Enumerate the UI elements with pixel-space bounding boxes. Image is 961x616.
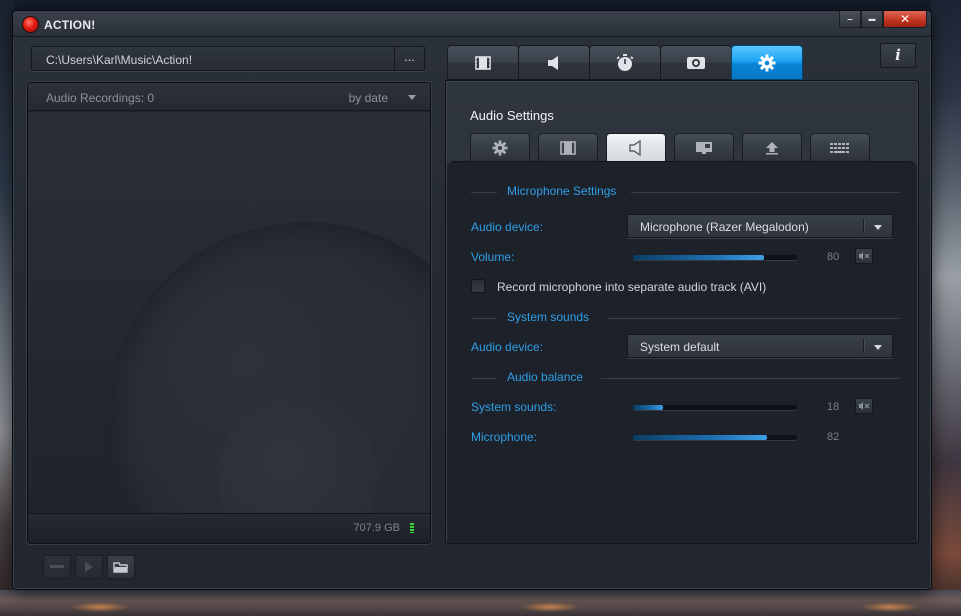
section-system-sounds: System sounds <box>471 310 899 324</box>
chevron-down-icon[interactable] <box>408 95 416 100</box>
separate-track-checkbox[interactable] <box>471 279 485 293</box>
app-window: ACTION! – ▬ ✕ C:\Users\Karl\Music\Action… <box>12 10 932 590</box>
gear-icon <box>758 54 776 71</box>
system-balance-fill <box>633 405 663 410</box>
dropdown-divider <box>863 339 864 353</box>
play-button[interactable] <box>75 555 103 579</box>
volume-value: 80 <box>827 251 840 263</box>
subtab-video[interactable] <box>538 133 598 161</box>
system-balance-slider[interactable] <box>633 405 797 410</box>
mic-balance-fill <box>633 435 768 440</box>
recordings-footer: 707.9 GB <box>28 513 430 543</box>
subtab-hotkeys[interactable] <box>810 133 870 161</box>
mic-balance-value: 82 <box>827 431 840 443</box>
keyboard-icon <box>830 142 849 153</box>
speaker-icon <box>629 139 641 156</box>
settings-sub-tabs <box>470 133 878 161</box>
recordings-list[interactable] <box>28 112 430 514</box>
wallpaper-light <box>70 602 130 612</box>
tab-screenshots[interactable] <box>660 45 732 80</box>
stopwatch-icon <box>616 53 634 71</box>
info-button[interactable]: i <box>880 43 916 68</box>
disk-free-space: 707.9 GB <box>353 522 400 534</box>
volume-mute-button[interactable] <box>855 248 873 264</box>
main-tabs <box>447 45 803 80</box>
mute-icon <box>859 252 870 260</box>
dropdown-divider <box>863 219 864 233</box>
section-microphone: Microphone Settings <box>471 184 899 198</box>
tab-benchmark[interactable] <box>589 45 661 80</box>
disk-meter-icon <box>410 523 414 533</box>
close-button[interactable]: ✕ <box>883 11 927 28</box>
section-label: Microphone Settings <box>507 184 617 198</box>
divider <box>631 192 899 193</box>
open-folder-button[interactable] <box>107 555 135 579</box>
section-audio-balance: Audio balance <box>471 370 899 384</box>
delete-button[interactable] <box>43 555 71 579</box>
settings-panel: Audio Settings Microphone Settings Audio… <box>445 80 919 544</box>
recordings-panel: Audio Recordings: 0 by date 707.9 GB <box>27 82 431 544</box>
mic-device-value: Microphone (Razer Megalodon) <box>640 220 809 234</box>
audio-settings-body: Microphone Settings Audio device: Microp… <box>447 161 917 543</box>
mic-balance-slider[interactable] <box>633 435 797 440</box>
gear-icon <box>492 139 508 156</box>
camera-icon <box>687 56 705 69</box>
minimize-button[interactable]: – <box>839 11 861 28</box>
volume-slider-fill <box>633 255 765 260</box>
browse-path-button[interactable]: ... <box>394 47 424 70</box>
mic-balance-label: Microphone: <box>471 430 538 444</box>
volume-slider[interactable] <box>633 255 797 260</box>
mic-device-label: Audio device: <box>471 220 544 234</box>
chevron-down-icon <box>874 225 882 230</box>
system-mute-button[interactable] <box>855 398 873 414</box>
divider <box>607 318 899 319</box>
desktop-wallpaper-right <box>931 0 961 616</box>
section-label: System sounds <box>507 310 590 324</box>
wallpaper-light <box>860 602 920 612</box>
recordings-header: Audio Recordings: 0 by date <box>28 83 430 111</box>
page-title: Audio Settings <box>470 108 554 123</box>
monitor-icon <box>696 141 712 154</box>
app-logo-icon <box>23 17 38 32</box>
mic-device-dropdown[interactable]: Microphone (Razer Megalodon) <box>627 214 893 238</box>
minus-icon <box>50 565 64 568</box>
desktop-wallpaper-bottom <box>0 590 961 616</box>
play-icon <box>85 562 93 572</box>
tab-video[interactable] <box>447 45 519 80</box>
divider <box>471 192 497 193</box>
window-controls: – ▬ ✕ <box>839 11 927 29</box>
sort-dropdown[interactable]: by date <box>349 91 388 105</box>
output-path-text: C:\Users\Karl\Music\Action! <box>46 53 193 67</box>
separate-track-label[interactable]: Record microphone into separate audio tr… <box>497 280 766 294</box>
wallpaper-light <box>520 602 580 612</box>
system-balance-label: System sounds: <box>471 400 557 414</box>
folder-icon <box>113 562 128 573</box>
tab-settings[interactable] <box>731 45 803 80</box>
recordings-count: Audio Recordings: 0 <box>46 91 155 105</box>
section-label: Audio balance <box>507 370 584 384</box>
mute-icon <box>859 402 870 410</box>
chevron-down-icon <box>874 345 882 350</box>
output-path-field[interactable]: C:\Users\Karl\Music\Action! ... <box>31 46 425 71</box>
subtab-general[interactable] <box>470 133 530 161</box>
system-balance-value: 18 <box>827 401 840 413</box>
maximize-button[interactable]: ▬ <box>861 11 883 28</box>
upload-icon <box>766 141 778 154</box>
subtab-display[interactable] <box>674 133 734 161</box>
divider <box>471 318 497 319</box>
system-device-value: System default <box>640 340 720 354</box>
system-device-label: Audio device: <box>471 340 544 354</box>
film-icon <box>560 140 576 155</box>
subtab-upload[interactable] <box>742 133 802 161</box>
subtab-audio[interactable] <box>606 133 666 161</box>
film-icon <box>475 55 491 70</box>
title-bar[interactable]: ACTION! – ▬ ✕ <box>13 11 931 37</box>
tab-audio[interactable] <box>518 45 590 80</box>
volume-label: Volume: <box>471 250 515 264</box>
divider <box>471 378 497 379</box>
divider <box>601 378 899 379</box>
system-device-dropdown[interactable]: System default <box>627 334 893 358</box>
speaker-icon <box>548 55 558 70</box>
app-title: ACTION! <box>44 18 96 32</box>
